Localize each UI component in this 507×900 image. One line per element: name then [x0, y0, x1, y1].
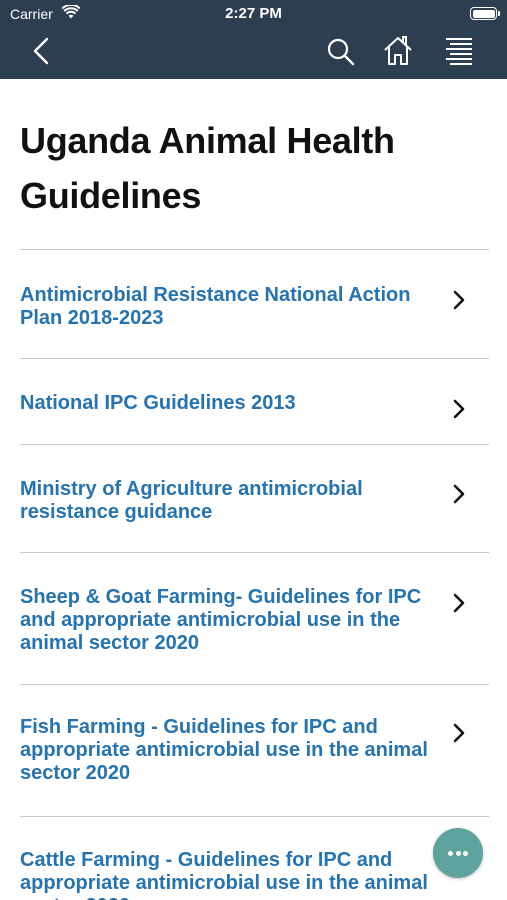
- search-button[interactable]: [324, 33, 358, 69]
- list-item-label: National IPC Guidelines 2013: [20, 392, 296, 414]
- chevron-right-icon: [453, 290, 465, 310]
- list-item-label: Fish Farming - Guidelines for IPC and ap…: [20, 716, 428, 784]
- list-item-label: Cattle Farming - Guidelines for IPC and …: [20, 849, 428, 900]
- back-button[interactable]: [26, 33, 60, 69]
- list-item[interactable]: Sheep & Goat Farming- Guidelines for IPC…: [20, 553, 489, 685]
- battery-icon: [470, 7, 500, 20]
- home-icon: [384, 36, 412, 65]
- list-item[interactable]: Antimicrobial Resistance National Action…: [20, 250, 489, 359]
- list-item[interactable]: Fish Farming - Guidelines for IPC and ap…: [20, 685, 489, 817]
- search-icon: [327, 38, 355, 66]
- guidelines-list: Antimicrobial Resistance National Action…: [20, 250, 489, 900]
- list-item[interactable]: Cattle Farming - Guidelines for IPC and …: [20, 817, 489, 900]
- chevron-right-icon: [453, 593, 465, 613]
- status-bar: Carrier 2:27 PM: [0, 0, 507, 28]
- list-item-label: Antimicrobial Resistance National Action…: [20, 284, 411, 329]
- status-time: 2:27 PM: [225, 5, 282, 22]
- more-options-button[interactable]: [433, 828, 483, 878]
- list-item[interactable]: Ministry of Agriculture antimicrobial re…: [20, 445, 489, 553]
- chevron-right-icon: [453, 723, 465, 743]
- chevron-right-icon: [453, 399, 465, 419]
- list-item-label: Ministry of Agriculture antimicrobial re…: [20, 478, 363, 523]
- menu-button[interactable]: [441, 33, 475, 69]
- more-icon-dot: [455, 851, 461, 856]
- list-item[interactable]: National IPC Guidelines 2013: [20, 359, 489, 445]
- more-icon-dot: [463, 851, 468, 856]
- list-item-label: Sheep & Goat Farming- Guidelines for IPC…: [20, 586, 422, 654]
- app-header: Carrier 2:27 PM: [0, 0, 507, 79]
- main-content: Uganda Animal Health Guidelines Antimicr…: [0, 79, 507, 900]
- page-title: Uganda Animal Health Guidelines: [20, 120, 395, 216]
- home-button[interactable]: [381, 33, 415, 69]
- more-icon-dot: [448, 851, 453, 856]
- menu-icon: [446, 38, 472, 65]
- chevron-left-icon: [33, 37, 49, 65]
- chevron-right-icon: [453, 484, 465, 504]
